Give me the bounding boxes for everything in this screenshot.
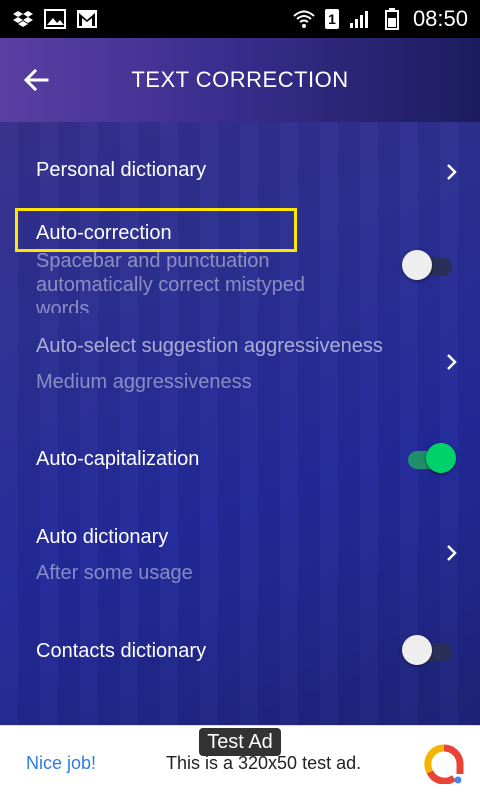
setting-summary: Medium aggressiveness xyxy=(36,371,252,393)
setting-auto-dictionary[interactable]: Auto dictionary After some usage xyxy=(0,518,480,590)
gmail-icon xyxy=(76,8,98,30)
setting-title: Personal dictionary xyxy=(36,159,207,181)
setting-auto-capitalization[interactable]: Auto-capitalization xyxy=(0,440,480,480)
setting-title: Contacts dictionary xyxy=(36,640,207,662)
wifi-icon xyxy=(293,8,315,30)
signal-icon xyxy=(349,8,371,30)
image-icon xyxy=(44,8,66,30)
status-bar: 1 08:50 xyxy=(0,0,480,38)
setting-auto-select-aggressiveness[interactable]: Auto-select suggestion aggressiveness Me… xyxy=(0,326,480,398)
setting-title: Auto dictionary xyxy=(36,526,169,548)
toggle-knob xyxy=(402,250,432,280)
setting-personal-dictionary[interactable]: Personal dictionary xyxy=(0,150,480,194)
ad-text: This is a 320x50 test ad. xyxy=(166,753,362,773)
toggle-knob xyxy=(402,635,432,665)
auto-correction-toggle[interactable] xyxy=(402,250,456,280)
dropbox-icon xyxy=(12,8,34,30)
chevron-right-icon xyxy=(447,164,457,180)
highlight-box xyxy=(15,208,297,252)
toggle-knob xyxy=(426,443,456,473)
battery-icon xyxy=(381,8,403,30)
chevron-right-icon xyxy=(447,545,457,561)
chevron-right-icon xyxy=(447,354,457,370)
adchoices-logo-icon[interactable] xyxy=(424,744,464,784)
setting-summary: After some usage xyxy=(36,562,193,584)
contacts-dictionary-toggle[interactable] xyxy=(402,635,456,665)
setting-title: Auto-capitalization xyxy=(36,448,200,470)
page-title: TEXT CORRECTION xyxy=(131,67,349,92)
clock: 08:50 xyxy=(412,6,468,31)
setting-summary: Spacebar and punctuation automatically c… xyxy=(36,250,305,313)
auto-capitalization-toggle[interactable] xyxy=(402,443,456,473)
sim-icon: 1 xyxy=(325,9,339,29)
setting-title: Auto-select suggestion aggressiveness xyxy=(36,335,383,357)
setting-contacts-dictionary[interactable]: Contacts dictionary xyxy=(0,632,480,672)
ad-cta-link[interactable]: Nice job! xyxy=(26,753,96,774)
app-bar: TEXT CORRECTION xyxy=(0,38,480,122)
ad-label: Test Ad xyxy=(199,728,281,756)
